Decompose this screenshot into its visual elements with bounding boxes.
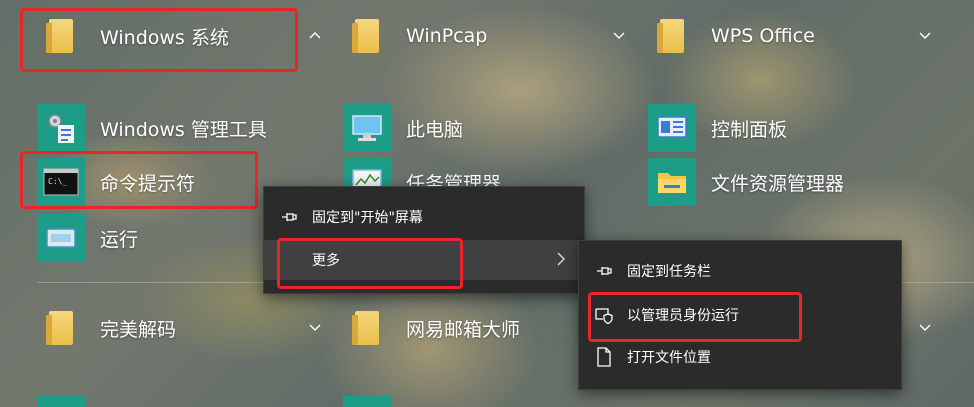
run-icon bbox=[37, 214, 85, 262]
partial-tile bbox=[37, 396, 85, 407]
highlight-run-as-admin bbox=[588, 292, 802, 342]
computer-icon bbox=[343, 104, 391, 152]
tile-label: WPS Office bbox=[711, 25, 815, 47]
menu-item-label: 打开文件位置 bbox=[627, 350, 711, 366]
group-wps-office[interactable]: WPS Office bbox=[648, 12, 815, 60]
tile-label: 完美解码 bbox=[100, 318, 177, 341]
tile-label: 此电脑 bbox=[406, 118, 464, 141]
control-panel-icon bbox=[648, 104, 696, 152]
tile-label: 控制面板 bbox=[711, 118, 788, 141]
folder-icon bbox=[343, 12, 391, 60]
group-netease-mail[interactable]: 网易邮箱大师 bbox=[343, 304, 520, 352]
chevron-right-icon bbox=[556, 252, 566, 270]
folder-icon bbox=[37, 304, 85, 352]
highlight-more bbox=[277, 238, 463, 289]
file-icon bbox=[593, 346, 615, 368]
tile-label: WinPcap bbox=[406, 25, 488, 47]
tile-this-pc[interactable]: 此电脑 bbox=[343, 104, 463, 152]
highlight-windows-system bbox=[20, 8, 298, 72]
tile-file-explorer[interactable]: 文件资源管理器 bbox=[648, 158, 844, 206]
chevron-down-icon[interactable] bbox=[918, 28, 932, 42]
pin-icon bbox=[278, 206, 300, 228]
tile-control-panel[interactable]: 控制面板 bbox=[648, 104, 787, 152]
menu-item-open-location[interactable]: 打开文件位置 bbox=[579, 337, 901, 377]
chevron-down-icon[interactable] bbox=[612, 28, 626, 42]
chevron-up-icon[interactable] bbox=[308, 28, 322, 42]
tile-label: Windows 管理工具 bbox=[100, 118, 267, 141]
tile-windows-admin-tools[interactable]: Windows 管理工具 bbox=[37, 104, 267, 152]
admin-tools-icon bbox=[37, 104, 85, 152]
menu-item-pin-start[interactable]: 固定到"开始"屏幕 bbox=[264, 197, 584, 237]
tile-label: 网易邮箱大师 bbox=[406, 318, 521, 341]
file-explorer-icon bbox=[648, 158, 696, 206]
menu-item-pin-taskbar[interactable]: 固定到任务栏 bbox=[579, 251, 901, 291]
tile-label: 运行 bbox=[100, 228, 139, 251]
menu-item-label: 固定到任务栏 bbox=[627, 264, 711, 280]
highlight-cmd bbox=[20, 151, 258, 209]
group-winpcap[interactable]: WinPcap bbox=[343, 12, 487, 60]
tile-label: 文件资源管理器 bbox=[711, 172, 845, 195]
folder-icon bbox=[343, 304, 391, 352]
partial-tile bbox=[343, 396, 391, 407]
group-wanmei[interactable]: 完美解码 bbox=[37, 304, 176, 352]
pin-icon bbox=[593, 260, 615, 282]
chevron-down-icon[interactable] bbox=[918, 320, 932, 334]
chevron-down-icon[interactable] bbox=[308, 320, 322, 334]
menu-item-label: 固定到"开始"屏幕 bbox=[312, 210, 423, 226]
folder-icon bbox=[648, 12, 696, 60]
tile-run[interactable]: 运行 bbox=[37, 214, 138, 262]
